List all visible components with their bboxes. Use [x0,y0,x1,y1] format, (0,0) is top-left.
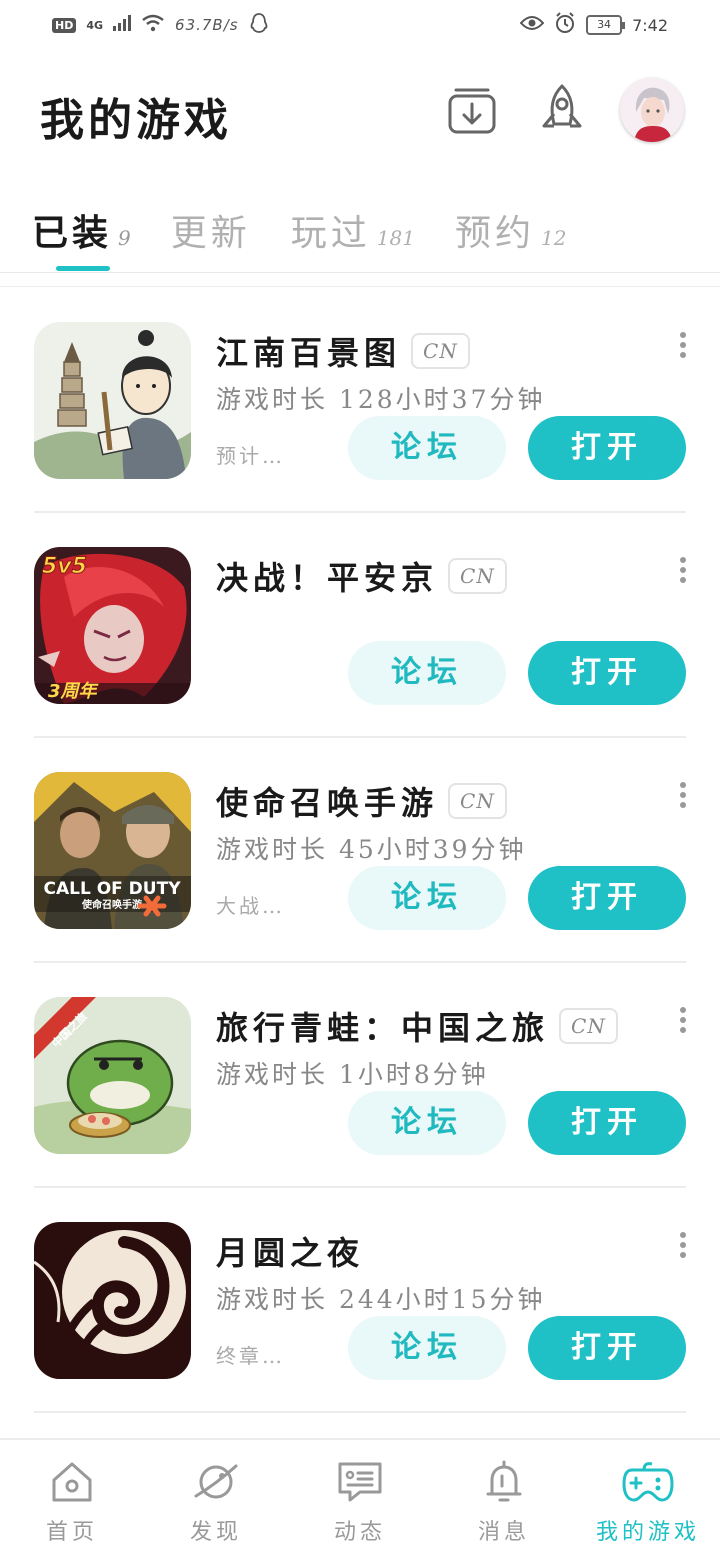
more-options-icon[interactable] [680,1232,686,1258]
region-badge: CN [448,558,507,594]
game-name: 使命召唤手游 [216,784,439,822]
play-time: 游戏时长 45小时39分钟 [216,835,527,864]
region-badge: CN [411,333,470,369]
game-item-travel-frog[interactable]: 中国之旅 旅行青蛙：中国之旅 CN 游戏时长 1小时8分钟 论坛 打开 [34,963,686,1188]
game-note: 大战… [216,894,285,918]
clock: 7:42 [632,15,668,35]
forum-button[interactable]: 论坛 [348,866,506,930]
bell-icon [486,1460,522,1502]
region-badge: CN [448,783,507,819]
call-of-duty-icon[interactable]: CALL OF DUTY 使命召唤手游 [34,772,191,929]
tab-bar: 已装 9 更新 玩过 181 预约 12 [32,196,606,256]
nav-label: 首页 [45,1520,98,1545]
nav-label: 动态 [333,1520,386,1545]
tab-count: 12 [540,226,567,250]
anniversary-label: 3周年 [48,681,100,702]
tab-reserved[interactable]: 预约 12 [455,204,566,256]
game-name: 月圆之夜 [216,1234,365,1272]
nav-label: 发现 [189,1520,242,1545]
tab-divider [0,272,720,273]
download-manager-icon[interactable] [444,82,500,138]
cod-logo-text: CALL OF DUTY [43,879,181,899]
forum-button[interactable]: 论坛 [348,1316,506,1380]
bottom-navigation: 首页 发现 动态 消息 我的游戏 [0,1438,720,1560]
tab-label: 已装 [32,212,113,254]
wifi-icon [141,14,165,36]
tab-label: 更新 [170,213,251,254]
jiangnan-icon[interactable] [34,322,191,479]
game-name: 江南百景图 [216,334,402,372]
game-name: 决战！平安京 [216,559,439,597]
nav-label: 消息 [477,1520,530,1545]
nav-label: 我的游戏 [595,1520,700,1545]
nav-messages[interactable]: 消息 [444,1458,564,1546]
item-divider [34,1411,686,1413]
open-button[interactable]: 打开 [528,866,686,930]
play-time: 游戏时长 1小时8分钟 [216,1060,489,1089]
nav-my-games[interactable]: 我的游戏 [588,1458,708,1546]
signal-icon [113,15,132,35]
travel-frog-icon[interactable]: 中国之旅 [34,997,191,1154]
active-tab-indicator [56,266,110,271]
eye-icon [519,15,545,35]
open-button[interactable]: 打开 [528,641,686,705]
open-button[interactable]: 打开 [528,416,686,480]
play-time: 游戏时长 128小时37分钟 [216,385,546,414]
tab-played[interactable]: 玩过 181 [291,204,415,256]
more-options-icon[interactable] [680,782,686,808]
network-speed: 63.7B/s [175,16,239,34]
onmyoji-arena-icon[interactable]: 5v5 3周年 [34,547,191,704]
game-note: 终章… [216,1344,285,1368]
home-icon [52,1462,92,1502]
open-button[interactable]: 打开 [528,1091,686,1155]
gamepad-icon [622,1462,674,1502]
tab-label: 预约 [454,213,535,254]
game-note: 预计… [216,444,285,468]
qq-icon [249,12,269,38]
nav-discover[interactable]: 发现 [156,1458,276,1546]
status-bar: HD 4G 63.7B/s 34 7:42 [0,0,720,50]
tab-count: 181 [376,226,415,250]
more-options-icon[interactable] [680,1007,686,1033]
game-item-onmyoji-arena[interactable]: 5v5 3周年 决战！平安京 CN 论坛 打开 [34,513,686,738]
hd-indicator: HD [52,17,77,33]
more-options-icon[interactable] [680,557,686,583]
tab-installed[interactable]: 已装 9 [32,204,131,256]
alarm-icon [554,12,576,38]
full-moon-night-icon[interactable] [34,1222,191,1379]
fivev5-label: 5v5 [42,554,87,579]
game-name: 旅行青蛙：中国之旅 [216,1009,550,1047]
game-item-jiangnan[interactable]: 江南百景图 CN 游戏时长 128小时37分钟 预计… 论坛 打开 [34,288,686,513]
region-badge: CN [559,1008,618,1044]
nav-home[interactable]: 首页 [12,1458,132,1546]
forum-button[interactable]: 论坛 [348,416,506,480]
planet-icon [194,1464,238,1499]
user-avatar[interactable] [620,78,684,142]
forum-button[interactable]: 论坛 [348,641,506,705]
message-card-icon [338,1462,382,1502]
tab-label: 玩过 [290,213,371,254]
more-options-icon[interactable] [680,332,686,358]
forum-button[interactable]: 论坛 [348,1091,506,1155]
rocket-icon[interactable] [534,82,590,138]
tab-updates[interactable]: 更新 [171,204,251,256]
tab-count: 9 [118,226,131,250]
battery-indicator: 34 [586,15,626,35]
open-button[interactable]: 打开 [528,1316,686,1380]
network-type: 4G [86,18,104,32]
play-time: 游戏时长 244小时15分钟 [216,1285,546,1314]
page-title: 我的游戏 [40,95,232,146]
list-top-divider [0,286,720,287]
cod-sub-text: 使命召唤手游 [81,898,142,911]
game-item-full-moon-night[interactable]: 月圆之夜 游戏时长 244小时15分钟 终章… 论坛 打开 [34,1188,686,1413]
game-item-call-of-duty[interactable]: CALL OF DUTY 使命召唤手游 使命召唤手游 CN 游戏时长 45小时3… [34,738,686,963]
nav-feed[interactable]: 动态 [300,1458,420,1546]
